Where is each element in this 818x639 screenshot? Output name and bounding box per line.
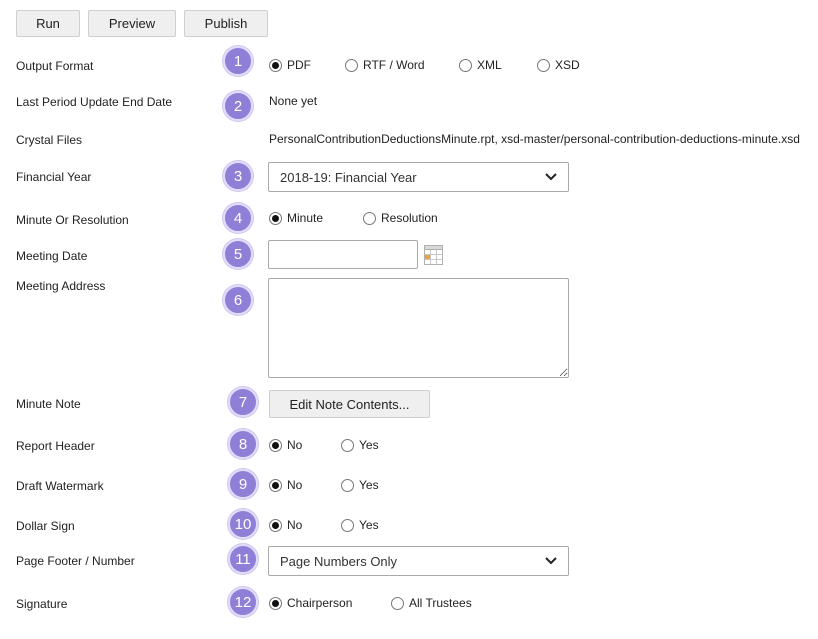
step-badge-10: 10 bbox=[228, 509, 258, 539]
chevron-down-icon bbox=[545, 557, 557, 565]
radio-circle bbox=[269, 58, 282, 72]
output-format-pdf-radio[interactable]: PDF bbox=[269, 58, 311, 72]
signature-all-trustees-radio[interactable]: All Trustees bbox=[391, 596, 472, 610]
step-badge-11: 11 bbox=[228, 544, 258, 574]
radio-label: Yes bbox=[359, 518, 379, 532]
minute-radio[interactable]: Minute bbox=[269, 211, 323, 225]
step-badge-4: 4 bbox=[223, 203, 253, 233]
radio-label: Chairperson bbox=[287, 596, 353, 610]
signature-chairperson-radio[interactable]: Chairperson bbox=[269, 596, 352, 610]
radio-circle bbox=[363, 211, 376, 225]
step-badge-8: 8 bbox=[228, 429, 258, 459]
report-header-no-radio[interactable]: No bbox=[269, 438, 302, 452]
radio-circle bbox=[341, 438, 354, 452]
last-period-value: None yet bbox=[269, 94, 318, 108]
step-badge-9: 9 bbox=[228, 469, 258, 499]
run-button[interactable]: Run bbox=[16, 10, 80, 37]
financial-year-label: Financial Year bbox=[16, 170, 92, 184]
radio-label: No bbox=[287, 438, 303, 452]
radio-label: Minute bbox=[287, 211, 324, 225]
step-badge-6: 6 bbox=[223, 285, 253, 315]
minute-or-resolution-label: Minute Or Resolution bbox=[16, 213, 129, 227]
financial-year-selected-value: 2018-19: Financial Year bbox=[280, 169, 417, 185]
minute-note-label: Minute Note bbox=[16, 397, 81, 411]
output-format-label: Output Format bbox=[16, 59, 94, 73]
radio-circle bbox=[269, 478, 282, 492]
step-badge-2: 2 bbox=[223, 91, 253, 121]
page-footer-selected-value: Page Numbers Only bbox=[280, 553, 398, 569]
radio-label: RTF / Word bbox=[363, 58, 425, 72]
radio-label: No bbox=[287, 518, 303, 532]
dollar-sign-yes-radio[interactable]: Yes bbox=[341, 518, 379, 532]
radio-circle bbox=[537, 58, 550, 72]
preview-button[interactable]: Preview bbox=[88, 10, 176, 37]
radio-label: PDF bbox=[287, 58, 311, 72]
radio-circle bbox=[459, 58, 472, 72]
radio-circle bbox=[269, 596, 282, 610]
radio-label: No bbox=[287, 478, 303, 492]
radio-circle bbox=[269, 438, 282, 452]
radio-circle bbox=[269, 518, 282, 532]
step-badge-5: 5 bbox=[223, 239, 253, 269]
draft-watermark-label: Draft Watermark bbox=[16, 479, 104, 493]
signature-label: Signature bbox=[16, 597, 68, 611]
chevron-down-icon bbox=[545, 173, 557, 181]
step-badge-12: 12 bbox=[228, 587, 258, 617]
radio-label: All Trustees bbox=[409, 596, 472, 610]
radio-label: Resolution bbox=[381, 211, 438, 225]
draft-watermark-no-radio[interactable]: No bbox=[269, 478, 302, 492]
report-header-label: Report Header bbox=[16, 439, 95, 453]
last-period-label: Last Period Update End Date bbox=[16, 95, 173, 109]
step-badge-7: 7 bbox=[228, 387, 258, 417]
output-format-xsd-radio[interactable]: XSD bbox=[537, 58, 580, 72]
radio-label: XML bbox=[477, 58, 502, 72]
edit-note-contents-button[interactable]: Edit Note Contents... bbox=[269, 390, 430, 418]
meeting-address-textarea[interactable] bbox=[268, 278, 569, 378]
dollar-sign-no-radio[interactable]: No bbox=[269, 518, 302, 532]
calendar-icon[interactable] bbox=[424, 245, 443, 265]
crystal-files-label: Crystal Files bbox=[16, 133, 83, 147]
dollar-sign-label: Dollar Sign bbox=[16, 519, 75, 533]
step-badge-3: 3 bbox=[223, 161, 253, 191]
meeting-date-input[interactable] bbox=[268, 240, 418, 269]
page-footer-select[interactable]: Page Numbers Only bbox=[268, 546, 569, 576]
radio-circle bbox=[269, 211, 282, 225]
output-format-rtf-radio[interactable]: RTF / Word bbox=[345, 58, 425, 72]
radio-label: XSD bbox=[555, 58, 580, 72]
radio-circle bbox=[345, 58, 358, 72]
page-footer-label: Page Footer / Number bbox=[16, 554, 135, 568]
draft-watermark-yes-radio[interactable]: Yes bbox=[341, 478, 379, 492]
meeting-date-label: Meeting Date bbox=[16, 249, 88, 263]
meeting-address-label: Meeting Address bbox=[16, 279, 106, 293]
financial-year-select[interactable]: 2018-19: Financial Year bbox=[268, 162, 569, 192]
step-badge-1: 1 bbox=[223, 46, 253, 76]
output-format-xml-radio[interactable]: XML bbox=[459, 58, 502, 72]
radio-label: Yes bbox=[359, 438, 379, 452]
radio-circle bbox=[391, 596, 404, 610]
crystal-files-value: PersonalContributionDeductionsMinute.rpt… bbox=[269, 132, 800, 146]
radio-circle bbox=[341, 478, 354, 492]
radio-circle bbox=[341, 518, 354, 532]
publish-button[interactable]: Publish bbox=[184, 10, 268, 37]
resolution-radio[interactable]: Resolution bbox=[363, 211, 438, 225]
radio-label: Yes bbox=[359, 478, 379, 492]
report-header-yes-radio[interactable]: Yes bbox=[341, 438, 379, 452]
